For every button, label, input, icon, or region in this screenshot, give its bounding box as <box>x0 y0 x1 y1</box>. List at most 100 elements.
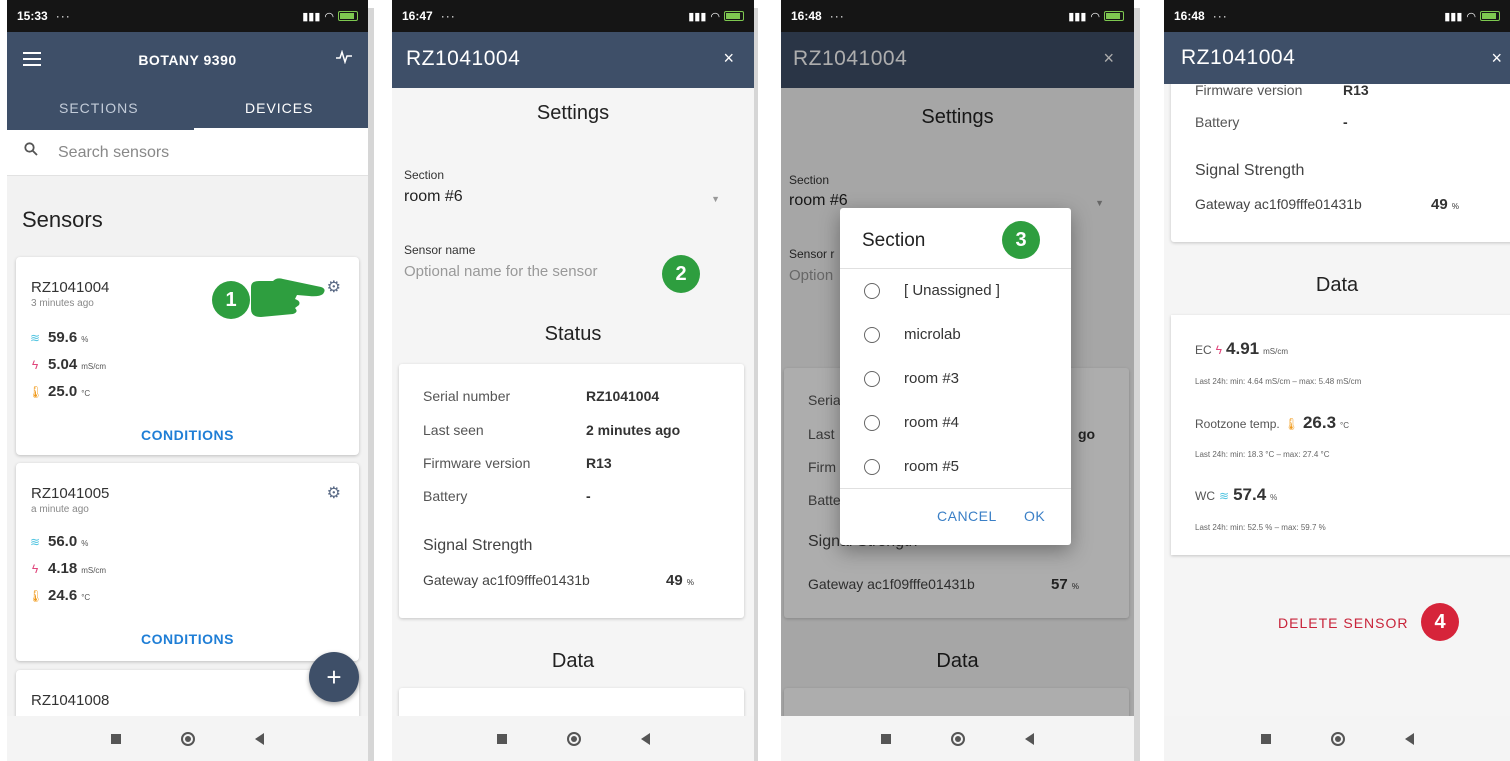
water-content-value: 56.0 <box>48 533 78 550</box>
search-input[interactable]: Search sensors <box>58 144 169 162</box>
section-option[interactable]: [ Unassigned ] <box>864 282 1000 299</box>
wifi-icon: ◠ <box>324 10 334 23</box>
close-icon[interactable]: × <box>723 48 734 69</box>
status-bar: 15:33 ··· ▮▮▮ ◠ <box>7 0 368 32</box>
tab-devices[interactable]: DEVICES <box>245 100 313 116</box>
search-icon <box>24 142 38 161</box>
signal-value: 49 % <box>1431 196 1459 213</box>
cancel-button[interactable]: CANCEL <box>937 508 997 524</box>
status-bar: 16:47 ··· ▮▮▮ ◠ <box>392 0 754 32</box>
gear-icon[interactable]: ⚙ <box>327 483 341 503</box>
section-option[interactable]: room #5 <box>864 458 959 475</box>
back-icon[interactable] <box>255 732 264 745</box>
signal-number: 49 <box>1431 196 1448 213</box>
sensor-name-input[interactable]: Optional name for the sensor <box>404 263 597 280</box>
wifi-icon: ◠ <box>1466 10 1476 23</box>
wc-range: Last 24h: min: 52.5 % – max: 59.7 % <box>1195 523 1326 532</box>
dialog-app-bar: RZ1041004 × <box>392 32 754 88</box>
bolt-icon: ϟ <box>1215 343 1223 357</box>
firmware-row: Firmware version R13 <box>1195 82 1510 98</box>
status-time: 16:48 <box>1174 9 1205 23</box>
signal-icon: ▮▮▮ <box>688 10 707 23</box>
data-heading: Data <box>551 650 595 672</box>
conditions-button[interactable]: CONDITIONS <box>16 427 359 443</box>
radio-button[interactable] <box>864 326 880 343</box>
recent-apps-icon[interactable] <box>496 733 507 744</box>
ec-value: 5.04 <box>48 356 78 373</box>
app-title: BOTANY 9390 <box>138 52 237 68</box>
home-icon[interactable] <box>566 731 581 746</box>
back-icon[interactable] <box>640 732 650 745</box>
home-icon[interactable] <box>181 731 195 746</box>
radio-button[interactable] <box>864 370 880 387</box>
option-label: room #3 <box>904 370 960 387</box>
wifi-icon: ◠ <box>1090 10 1100 23</box>
signal-icon: ▮▮▮ <box>1068 10 1087 23</box>
section-option[interactable]: room #4 <box>864 414 959 431</box>
radio-button[interactable] <box>864 282 880 299</box>
water-content-value: 59.6 <box>48 329 78 346</box>
ec-value: 4.18 <box>48 560 78 577</box>
radio-button[interactable] <box>864 414 880 431</box>
status-bar: 16:48 ··· ▮▮▮ ◠ <box>781 0 1134 32</box>
status-card: Firmware version R13 Battery - Signal Stre… <box>1171 70 1510 242</box>
ec-row: ϟ 5.04 mS/cm <box>28 356 106 373</box>
home-icon[interactable] <box>1330 731 1345 746</box>
ec-unit: mS/cm <box>1263 347 1289 356</box>
android-nav-bar <box>392 716 754 761</box>
radio-button[interactable] <box>864 458 880 475</box>
system-icons: ▮▮▮ ◠ <box>688 10 744 23</box>
back-icon[interactable] <box>1404 732 1414 745</box>
signal-icon: ▮▮▮ <box>1444 10 1463 23</box>
sensor-id: RZ1041008 <box>31 692 110 709</box>
recent-apps-icon[interactable] <box>881 733 891 744</box>
ok-button[interactable]: OK <box>1024 508 1045 524</box>
water-icon: ≋ <box>29 331 41 345</box>
step-badge-4: 4 <box>1421 603 1459 641</box>
gateway-id: Gateway ac1f09fffe01431b <box>423 572 590 588</box>
step-badge-3: 3 <box>1002 221 1040 259</box>
home-icon[interactable] <box>951 731 965 746</box>
status-dots: ··· <box>829 9 845 23</box>
back-icon[interactable] <box>1025 732 1034 745</box>
system-icons: ▮▮▮ ◠ <box>1444 10 1500 23</box>
section-option[interactable]: microlab <box>864 326 961 343</box>
signal-number: 49 <box>666 572 683 589</box>
temperature-value: 24.6 <box>48 587 78 604</box>
option-label: microlab <box>904 326 961 343</box>
step-badge-2: 2 <box>662 255 700 293</box>
chevron-down-icon[interactable]: ▼ <box>711 194 720 204</box>
row-value: R13 <box>586 455 612 471</box>
unit: mS/cm <box>81 566 107 575</box>
status-heading: Status <box>544 323 602 345</box>
pulse-activity-icon[interactable] <box>336 49 352 69</box>
row-label: Last seen <box>423 422 484 438</box>
settings-body: Firmware version R13 Battery - Signal Stre… <box>1164 0 1510 716</box>
close-icon[interactable]: × <box>1491 48 1502 69</box>
water-content-row: ≋ 56.0% <box>28 533 88 550</box>
tab-sections[interactable]: SECTIONS <box>59 100 139 116</box>
section-select[interactable]: room #6 <box>404 188 463 206</box>
unit: °C <box>81 389 91 398</box>
option-label: room #5 <box>904 458 960 475</box>
delete-sensor-button[interactable]: DELETE SENSOR <box>1278 615 1408 631</box>
recent-apps-icon[interactable] <box>111 733 121 744</box>
gear-icon[interactable]: ⚙ <box>327 277 341 297</box>
row-value: - <box>586 488 591 504</box>
signal-unit: % <box>1451 202 1459 211</box>
row-label: Battery <box>423 488 468 504</box>
conditions-button[interactable]: CONDITIONS <box>16 631 359 647</box>
data-heading: Data <box>1315 274 1359 296</box>
section-option[interactable]: room #3 <box>864 370 959 387</box>
add-sensor-button[interactable]: + <box>309 652 359 702</box>
search-bar[interactable]: Search sensors <box>7 130 368 176</box>
status-dots: ··· <box>1212 9 1228 23</box>
temp-unit: °C <box>1340 421 1350 430</box>
row-value: 2 minutes ago <box>586 422 681 438</box>
pointing-hand-icon <box>251 278 325 317</box>
unit: °C <box>81 593 91 602</box>
phone-sensor-settings: 16:47 ··· ▮▮▮ ◠ RZ1041004 × Settings Sect… <box>392 0 754 761</box>
battery-icon <box>1104 11 1124 21</box>
recent-apps-icon[interactable] <box>1260 733 1271 744</box>
bolt-icon: ϟ <box>31 358 39 372</box>
